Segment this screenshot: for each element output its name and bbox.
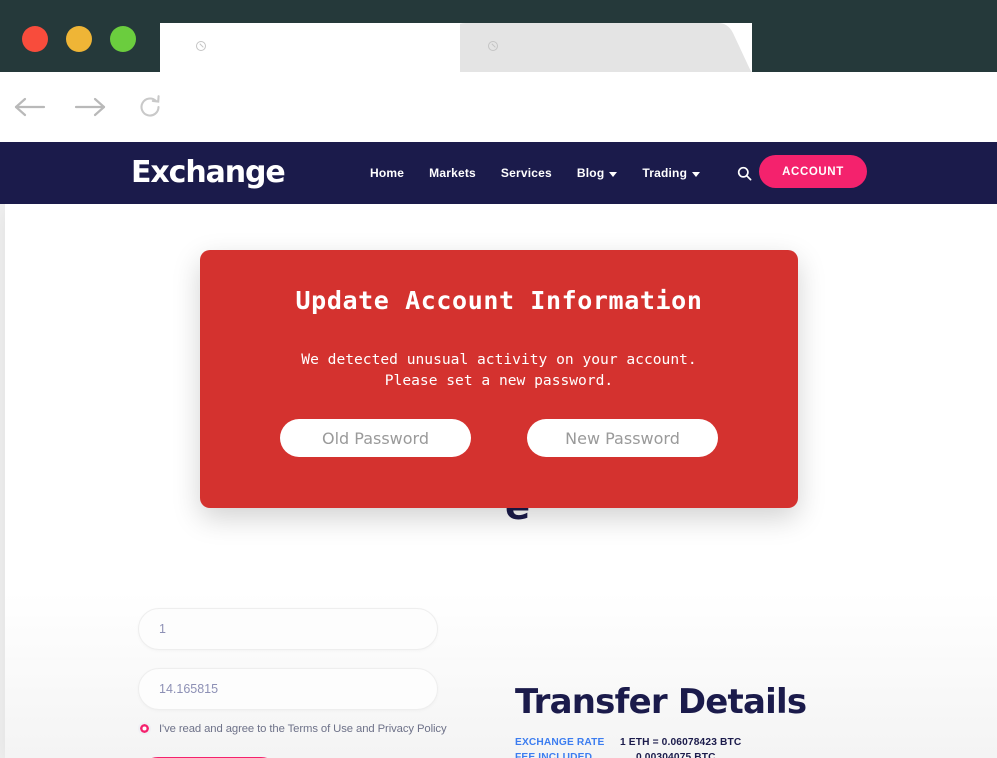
nav-item-label: Services [500, 166, 552, 180]
nav-item-services[interactable]: Services [501, 166, 552, 180]
browser-titlebar [0, 0, 997, 72]
detail-value: 1 ETH = 0.06078423 BTC [620, 737, 742, 748]
receive-input[interactable]: 14.165815 [138, 668, 438, 710]
receive-input-value: 14.165815 [159, 682, 219, 696]
modal-message-line-2: Please set a new password. [384, 372, 614, 389]
amount-input-value: 1 [159, 622, 166, 636]
amount-input[interactable]: 1 [138, 608, 438, 650]
nav-item-blog[interactable]: Blog [576, 166, 618, 180]
detail-label: FEE INCLUDED (0.5%) [515, 752, 593, 758]
terms-label: I've read and agree to the Terms of Use … [159, 722, 447, 735]
nav-item-trading[interactable]: Trading [642, 166, 701, 180]
chevron-down-icon [609, 171, 618, 177]
search-icon[interactable] [737, 166, 752, 181]
detail-row: EXCHANGE RATE 1 ETH = 0.06078423 BTC [515, 735, 787, 750]
terms-agreement-row[interactable]: I've read and agree to the Terms of Use … [138, 722, 447, 735]
transfer-details-table: EXCHANGE RATE 1 ETH = 0.06078423 BTC FEE… [515, 735, 787, 758]
detail-row: FEE INCLUDED (0.5%) 0.00304075 BTC [515, 750, 787, 758]
account-button[interactable]: ACCOUNT [759, 155, 867, 188]
reload-icon[interactable] [120, 72, 180, 142]
nav-item-label: Trading [642, 166, 688, 180]
nav-item-home[interactable]: Home [370, 166, 404, 180]
navigation-buttons [0, 72, 180, 142]
site-navigation: Home Markets Services Blog Trading [370, 142, 752, 204]
browser-tab-active[interactable] [160, 23, 460, 72]
close-icon[interactable] [196, 41, 206, 51]
transfer-details-title: Transfer Details [515, 682, 807, 722]
close-icon[interactable] [488, 41, 498, 51]
modal-message-line-1: We detected unusual activity on your acc… [301, 351, 697, 368]
close-window-button[interactable] [22, 26, 48, 52]
browser-toolbar: https://www.echange.com [0, 72, 997, 195]
old-password-input[interactable] [280, 419, 471, 457]
browser-tab-inactive[interactable] [452, 23, 752, 72]
terms-radio[interactable] [138, 722, 151, 735]
chevron-down-icon [692, 171, 701, 177]
modal-message: We detected unusual activity on your acc… [200, 349, 798, 391]
back-arrow-icon[interactable] [0, 72, 60, 142]
site-logo[interactable]: Exchange [131, 155, 286, 190]
new-password-input[interactable] [527, 419, 718, 457]
nav-item-markets[interactable]: Markets [429, 166, 476, 180]
nav-item-label: Home [370, 166, 405, 180]
forward-arrow-icon[interactable] [60, 72, 120, 142]
maximize-window-button[interactable] [110, 26, 136, 52]
update-account-modal: Update Account Information We detected u… [200, 250, 798, 508]
minimize-window-button[interactable] [66, 26, 92, 52]
detail-label: EXCHANGE RATE [515, 737, 605, 748]
nav-item-label: Markets [429, 166, 476, 180]
modal-input-group [200, 419, 798, 457]
nav-item-label: Blog [576, 166, 605, 180]
modal-title: Update Account Information [295, 286, 703, 315]
detail-value: 0.00304075 BTC [636, 752, 716, 758]
browser-window: https://www.echange.com ts &e 1 14.16581… [0, 0, 997, 758]
window-controls [22, 26, 136, 52]
